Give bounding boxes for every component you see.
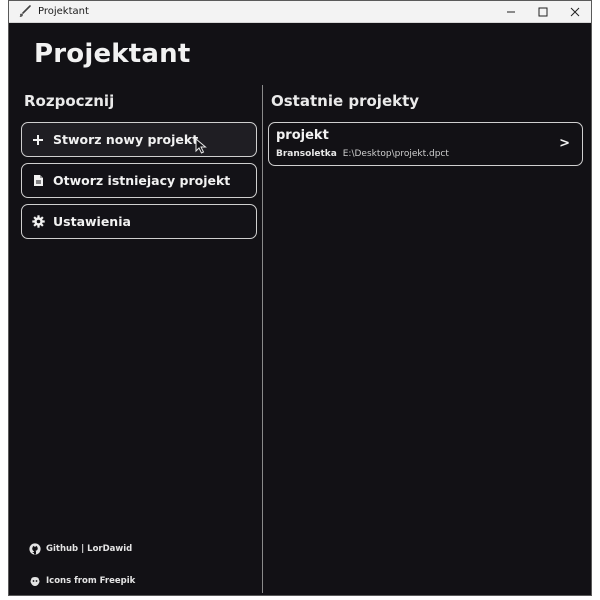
- github-link[interactable]: Github | LorDawid: [28, 542, 132, 555]
- github-icon: [28, 542, 41, 555]
- settings-label: Ustawienia: [53, 214, 131, 229]
- freepik-icon: [28, 574, 41, 587]
- window-controls: [495, 1, 591, 23]
- maximize-button[interactable]: [527, 1, 559, 23]
- recent-projects-heading: Ostatnie projekty: [271, 92, 420, 110]
- brush-icon: [17, 5, 31, 19]
- open-project-button[interactable]: Otworz istniejacy projekt: [21, 163, 257, 198]
- new-project-button[interactable]: Stworz nowy projekt: [21, 122, 257, 157]
- app-window: Projektant Projektant Rozpocznij Ostatni…: [8, 0, 592, 596]
- project-meta: Bransoletka E:\Desktop\projekt.dpct: [276, 149, 449, 159]
- settings-button[interactable]: Ustawienia: [21, 204, 257, 239]
- minimize-icon: [507, 11, 515, 13]
- mouse-cursor-icon: [195, 138, 207, 154]
- column-divider: [262, 85, 263, 593]
- freepik-credits-link[interactable]: Icons from Freepik: [28, 574, 135, 587]
- project-name: projekt: [276, 128, 329, 143]
- project-path: E:\Desktop\projekt.dpct: [342, 149, 449, 159]
- app-title: Projektant: [34, 39, 191, 69]
- maximize-icon: [538, 7, 548, 17]
- plus-icon: [30, 132, 46, 148]
- chevron-right-icon: >: [559, 136, 570, 151]
- recent-project-item[interactable]: projekt Bransoletka E:\Desktop\projekt.d…: [268, 122, 583, 166]
- freepik-label: Icons from Freepik: [46, 575, 136, 586]
- open-project-label: Otworz istniejacy projekt: [53, 173, 231, 188]
- close-button[interactable]: [559, 1, 591, 23]
- new-project-label: Stworz nowy projekt: [53, 132, 199, 147]
- minimize-button[interactable]: [495, 1, 527, 23]
- document-icon: [30, 173, 46, 189]
- github-label: Github | LorDawid: [46, 543, 133, 554]
- title-bar[interactable]: Projektant: [9, 1, 591, 23]
- gear-icon: [30, 214, 46, 230]
- close-icon: [570, 7, 580, 17]
- window-title: Projektant: [38, 6, 89, 17]
- start-heading: Rozpocznij: [24, 92, 115, 110]
- project-user: Bransoletka: [276, 149, 337, 159]
